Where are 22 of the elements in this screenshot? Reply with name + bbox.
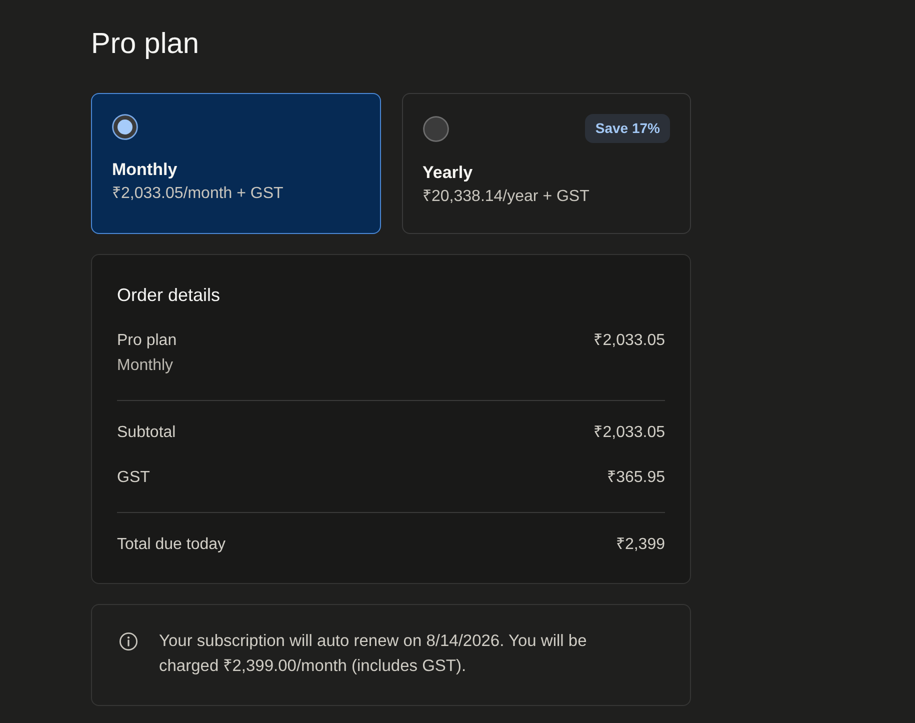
savings-badge: Save 17% <box>585 114 670 143</box>
info-icon <box>119 632 138 651</box>
page-title: Pro plan <box>91 27 200 62</box>
radio-icon[interactable] <box>422 116 448 142</box>
plan-option[interactable]: Monthly ₹2,033.05/month + GST <box>91 93 380 234</box>
line-item-label: Pro plan <box>117 331 177 351</box>
plan-name: Yearly <box>422 162 473 184</box>
summary-amount: ₹2,033.05 <box>594 423 665 443</box>
line-item-sublabel: Monthly <box>117 356 174 376</box>
summary-amount: ₹365.95 <box>607 468 665 488</box>
plan-price: ₹20,338.14/year + GST <box>422 187 590 207</box>
section-heading: Order details <box>117 284 220 307</box>
radio-icon[interactable] <box>112 114 138 140</box>
summary-label: GST <box>117 468 150 488</box>
plan-name: Monthly <box>112 159 178 181</box>
summary-label: Subtotal <box>117 423 176 443</box>
notice-text: Your subscription will auto renew on 8/14/2026. You will be charged ₹2,399.00/month (includes GST). <box>159 631 588 677</box>
total-amount: ₹2,399 <box>616 535 665 555</box>
plan-option[interactable]: Save 17% Yearly ₹20,338.14/year + GST <box>402 93 691 234</box>
plan-price: ₹2,033.05/month + GST <box>112 184 284 204</box>
line-item-amount: ₹2,033.05 <box>594 331 665 351</box>
total-label: Total due today <box>117 535 226 555</box>
